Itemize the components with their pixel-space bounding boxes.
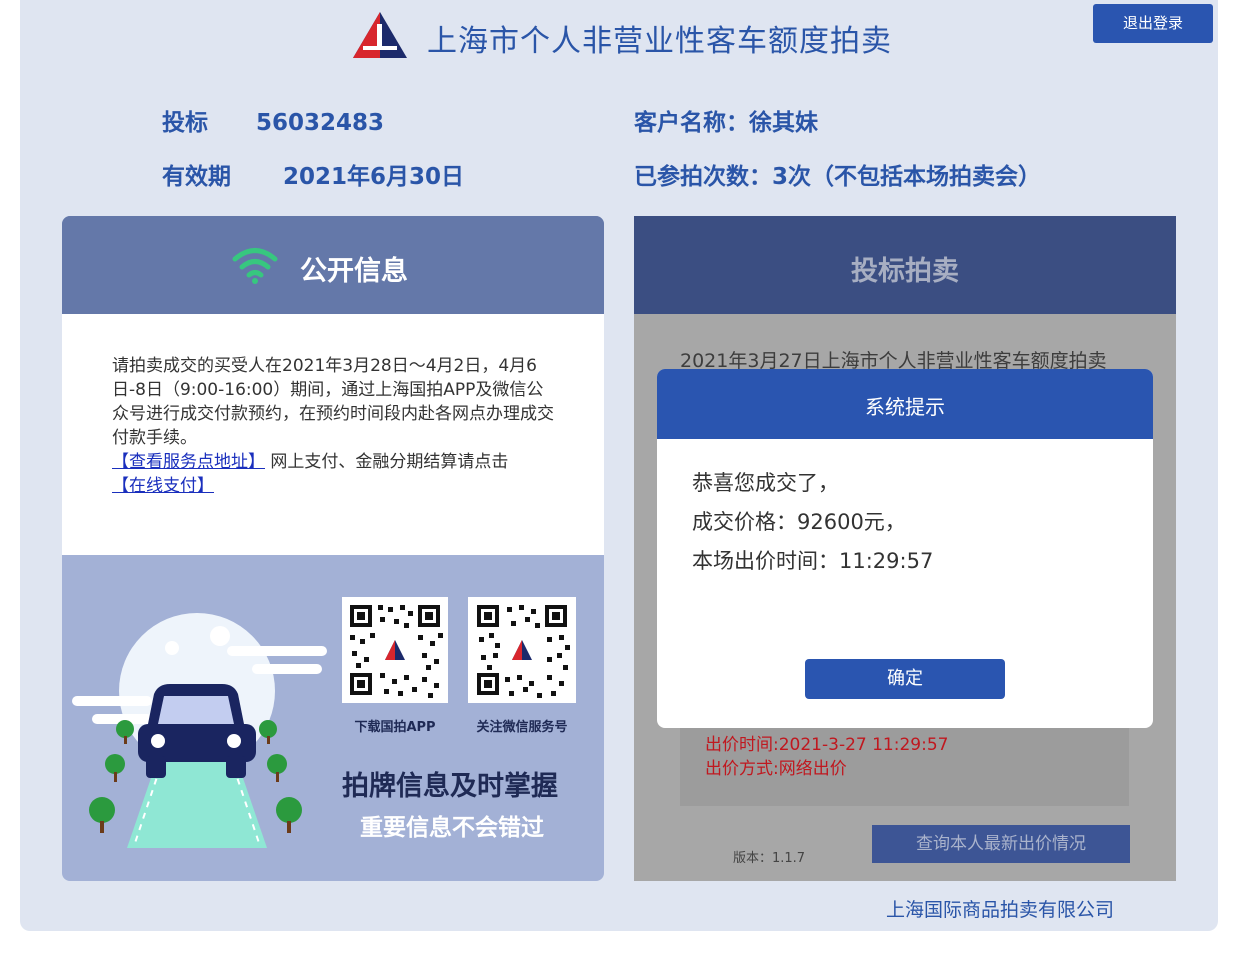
payment-hint: 网上支付、金融分期结算请点击: [265, 452, 509, 472]
qr-code-app: [342, 597, 448, 703]
participation-value: 3次（不包括本场拍卖会）: [772, 164, 1042, 190]
notice-text-block: 请拍卖成交的买受人在2021年3月28日～4月2日，4月6日-8日（9:00-1…: [112, 354, 557, 498]
logout-button[interactable]: 退出登录: [1093, 4, 1213, 43]
bid-number-value: 56032483: [256, 110, 385, 136]
bid-method-text: 出价方式:网络出价: [705, 759, 847, 779]
customer-name: 徐其妹: [749, 110, 818, 136]
bid-number-row: 投标 56032483: [162, 103, 384, 137]
service-address-link[interactable]: 【查看服务点地址】: [112, 452, 265, 472]
wifi-icon: [232, 248, 278, 284]
participation-label: 已参拍次数：: [634, 164, 772, 190]
validity-label: 有效期: [162, 164, 231, 190]
public-info-body: 请拍卖成交的买受人在2021年3月28日～4月2日，4月6日-8日（9:00-1…: [62, 314, 604, 555]
bidding-header: 投标拍卖: [634, 216, 1176, 314]
dialog-message-time: 本场出价时间：11:29:57: [692, 549, 934, 573]
customer-label: 客户名称：: [634, 110, 749, 136]
qr-wechat-label: 关注微信服务号: [476, 720, 568, 735]
site-title: 上海市个人非营业性客车额度拍卖: [427, 24, 892, 59]
dialog-header: 系统提示: [657, 369, 1153, 439]
slogan-sub: 重要信息不会错过: [360, 815, 544, 841]
validity-row: 有效期 2021年6月30日: [162, 157, 464, 191]
car-road-illustration: [72, 613, 327, 848]
customer-row: 客户名称：徐其妹: [634, 103, 818, 137]
version-text: 版本：1.1.7: [733, 851, 806, 866]
confirm-button[interactable]: 确定: [805, 659, 1005, 699]
qr-app-label: 下载国拍APP: [354, 720, 436, 735]
dialog-message-price: 成交价格：92600元，: [692, 510, 906, 534]
dialog-message-congrats: 恭喜您成交了，: [692, 471, 839, 495]
online-pay-link[interactable]: 【在线支付】: [112, 476, 214, 496]
participation-row: 已参拍次数：3次（不包括本场拍卖会）: [634, 157, 1041, 191]
bidding-title: 投标拍卖: [851, 256, 959, 287]
system-prompt-dialog: 系统提示 恭喜您成交了， 成交价格：92600元， 本场出价时间：11:29:5…: [657, 369, 1153, 728]
bid-number-label: 投标: [162, 110, 208, 136]
public-info-header: 公开信息: [62, 216, 604, 314]
public-info-title: 公开信息: [300, 256, 408, 287]
footer-company: 上海国际商品拍卖有限公司: [886, 899, 1115, 921]
query-latest-bid-button[interactable]: 查询本人最新出价情况: [872, 825, 1130, 863]
validity-value: 2021年6月30日: [283, 164, 465, 190]
logo-icon: [353, 12, 407, 58]
qr-code-wechat: [468, 597, 576, 703]
bid-time-text: 出价时间:2021-3-27 11:29:57: [705, 735, 949, 755]
slogan-main: 拍牌信息及时掌握: [342, 771, 558, 802]
public-info-panel: 公开信息 请拍卖成交的买受人在2021年3月28日～4月2日，4月6日-8日（9…: [62, 216, 604, 881]
dialog-title: 系统提示: [865, 395, 945, 419]
notice-text: 请拍卖成交的买受人在2021年3月28日～4月2日，4月6日-8日（9:00-1…: [112, 356, 554, 448]
